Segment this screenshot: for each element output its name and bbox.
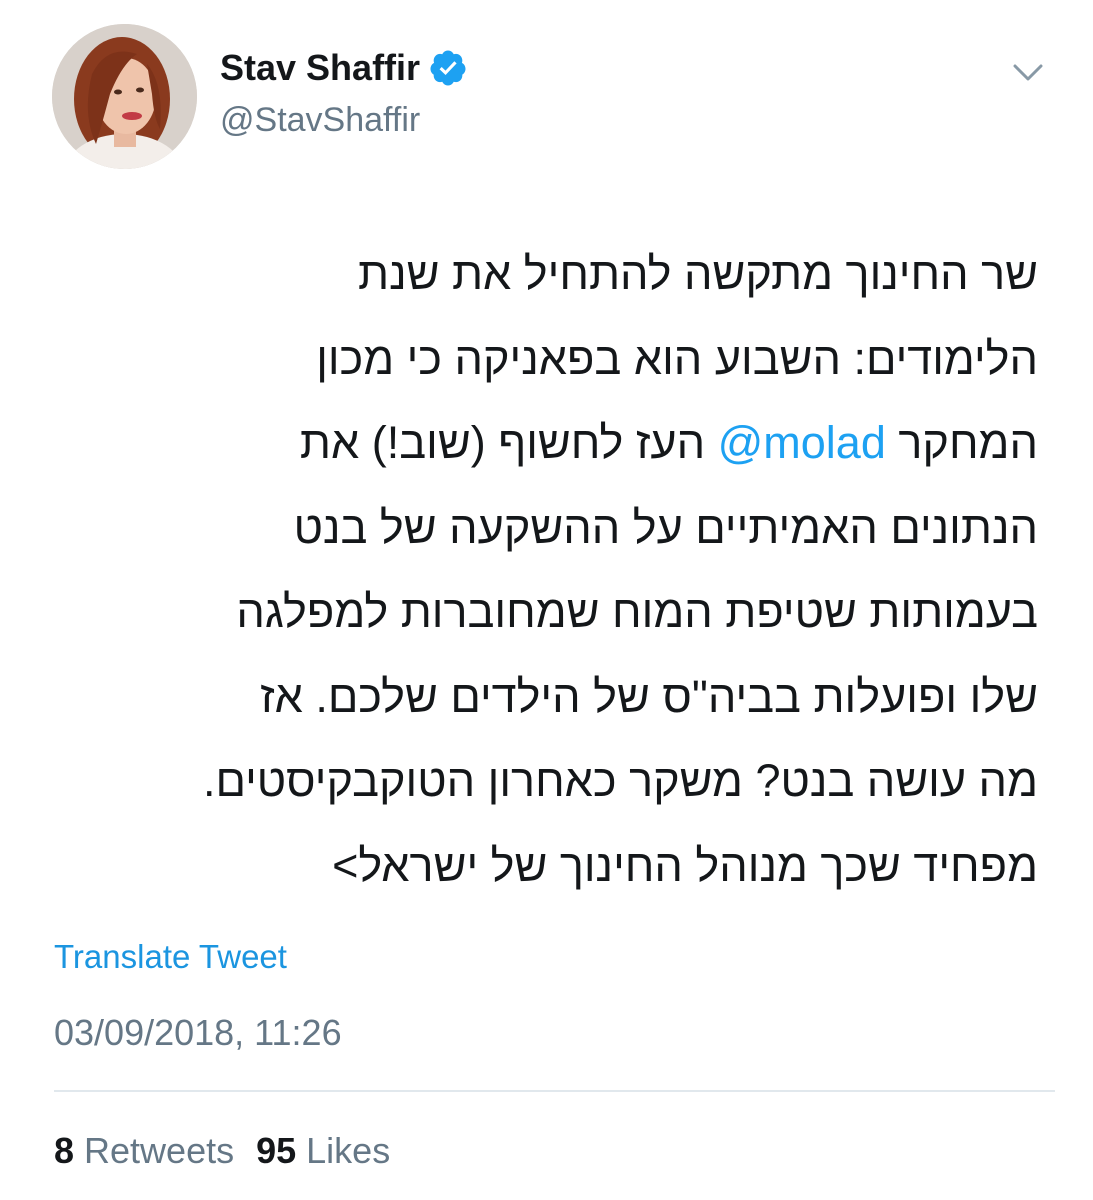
tweet-line: הנתונים האמיתיים על ההשקעה של בנט (48, 486, 1038, 571)
display-name[interactable]: Stav Shaffir (220, 46, 468, 90)
retweets-count: 8 (54, 1130, 75, 1171)
tweet-line-text: מה עושה בנט? משקר כאחרון הטוקבקיסטים. (202, 755, 1038, 806)
tweet-stats: 8 Retweets 95 Likes (54, 1129, 390, 1173)
tweet-timestamp: 03/09/2018, 11:26 (54, 1012, 342, 1053)
tweet-line-text: מפחיד שכך מנוהל החינוך של ישראל> (332, 839, 1038, 891)
retweets-label: Retweets (84, 1130, 235, 1171)
chevron-down-icon[interactable] (1005, 56, 1051, 90)
tweet-line-text: המחקר (885, 417, 1038, 468)
translate-tweet-link[interactable]: Translate Tweet (54, 936, 287, 978)
likes-stat[interactable]: 95 Likes (256, 1129, 390, 1173)
tweet-line: מפחיד שכך מנוהל החינוך של ישראל> (48, 824, 1038, 909)
tweet-line: שר החינוך מתקשה להתחיל את שנת (48, 232, 1038, 317)
divider (54, 1090, 1055, 1092)
avatar-photo (52, 24, 197, 169)
tweet-line: שלו ופועלות בביה"ס של הילדים שלכם. אז (48, 655, 1038, 740)
avatar[interactable] (52, 24, 197, 169)
tweet-line-text: הלימודים: השבוע הוא בפאניקה כי מכון (316, 332, 1038, 384)
tweet-line-text: הנתונים האמיתיים על ההשקעה של בנט (293, 501, 1038, 553)
tweet-text: שר החינוך מתקשה להתחיל את שנת הלימודים: … (48, 232, 1038, 908)
verified-badge-icon (428, 48, 468, 88)
tweet-line: המחקר @molad העז לחשוף (שוב!) את (48, 401, 1038, 486)
user-handle[interactable]: @StavShaffir (220, 98, 420, 142)
display-name-text: Stav Shaffir (220, 47, 421, 88)
mention-link[interactable]: @molad (718, 417, 886, 468)
tweet-line-text: בעמותות שטיפת המוח שמחוברות למפלגה (236, 586, 1038, 637)
tweet-line: הלימודים: השבוע הוא בפאניקה כי מכון (48, 317, 1038, 402)
tweet-line: בעמותות שטיפת המוח שמחוברות למפלגה (48, 570, 1038, 655)
likes-label: Likes (306, 1130, 391, 1171)
tweet-line: מה עושה בנט? משקר כאחרון הטוקבקיסטים. (48, 739, 1038, 824)
retweets-stat[interactable]: 8 Retweets (54, 1129, 234, 1173)
likes-count: 95 (256, 1130, 297, 1171)
tweet-line-text: שלו ופועלות בביה"ס של הילדים שלכם. אז (260, 670, 1038, 722)
tweet-line-text: שר החינוך מתקשה להתחיל את שנת (358, 248, 1038, 299)
tweet-line-text: העז לחשוף (שוב!) את (299, 417, 718, 468)
